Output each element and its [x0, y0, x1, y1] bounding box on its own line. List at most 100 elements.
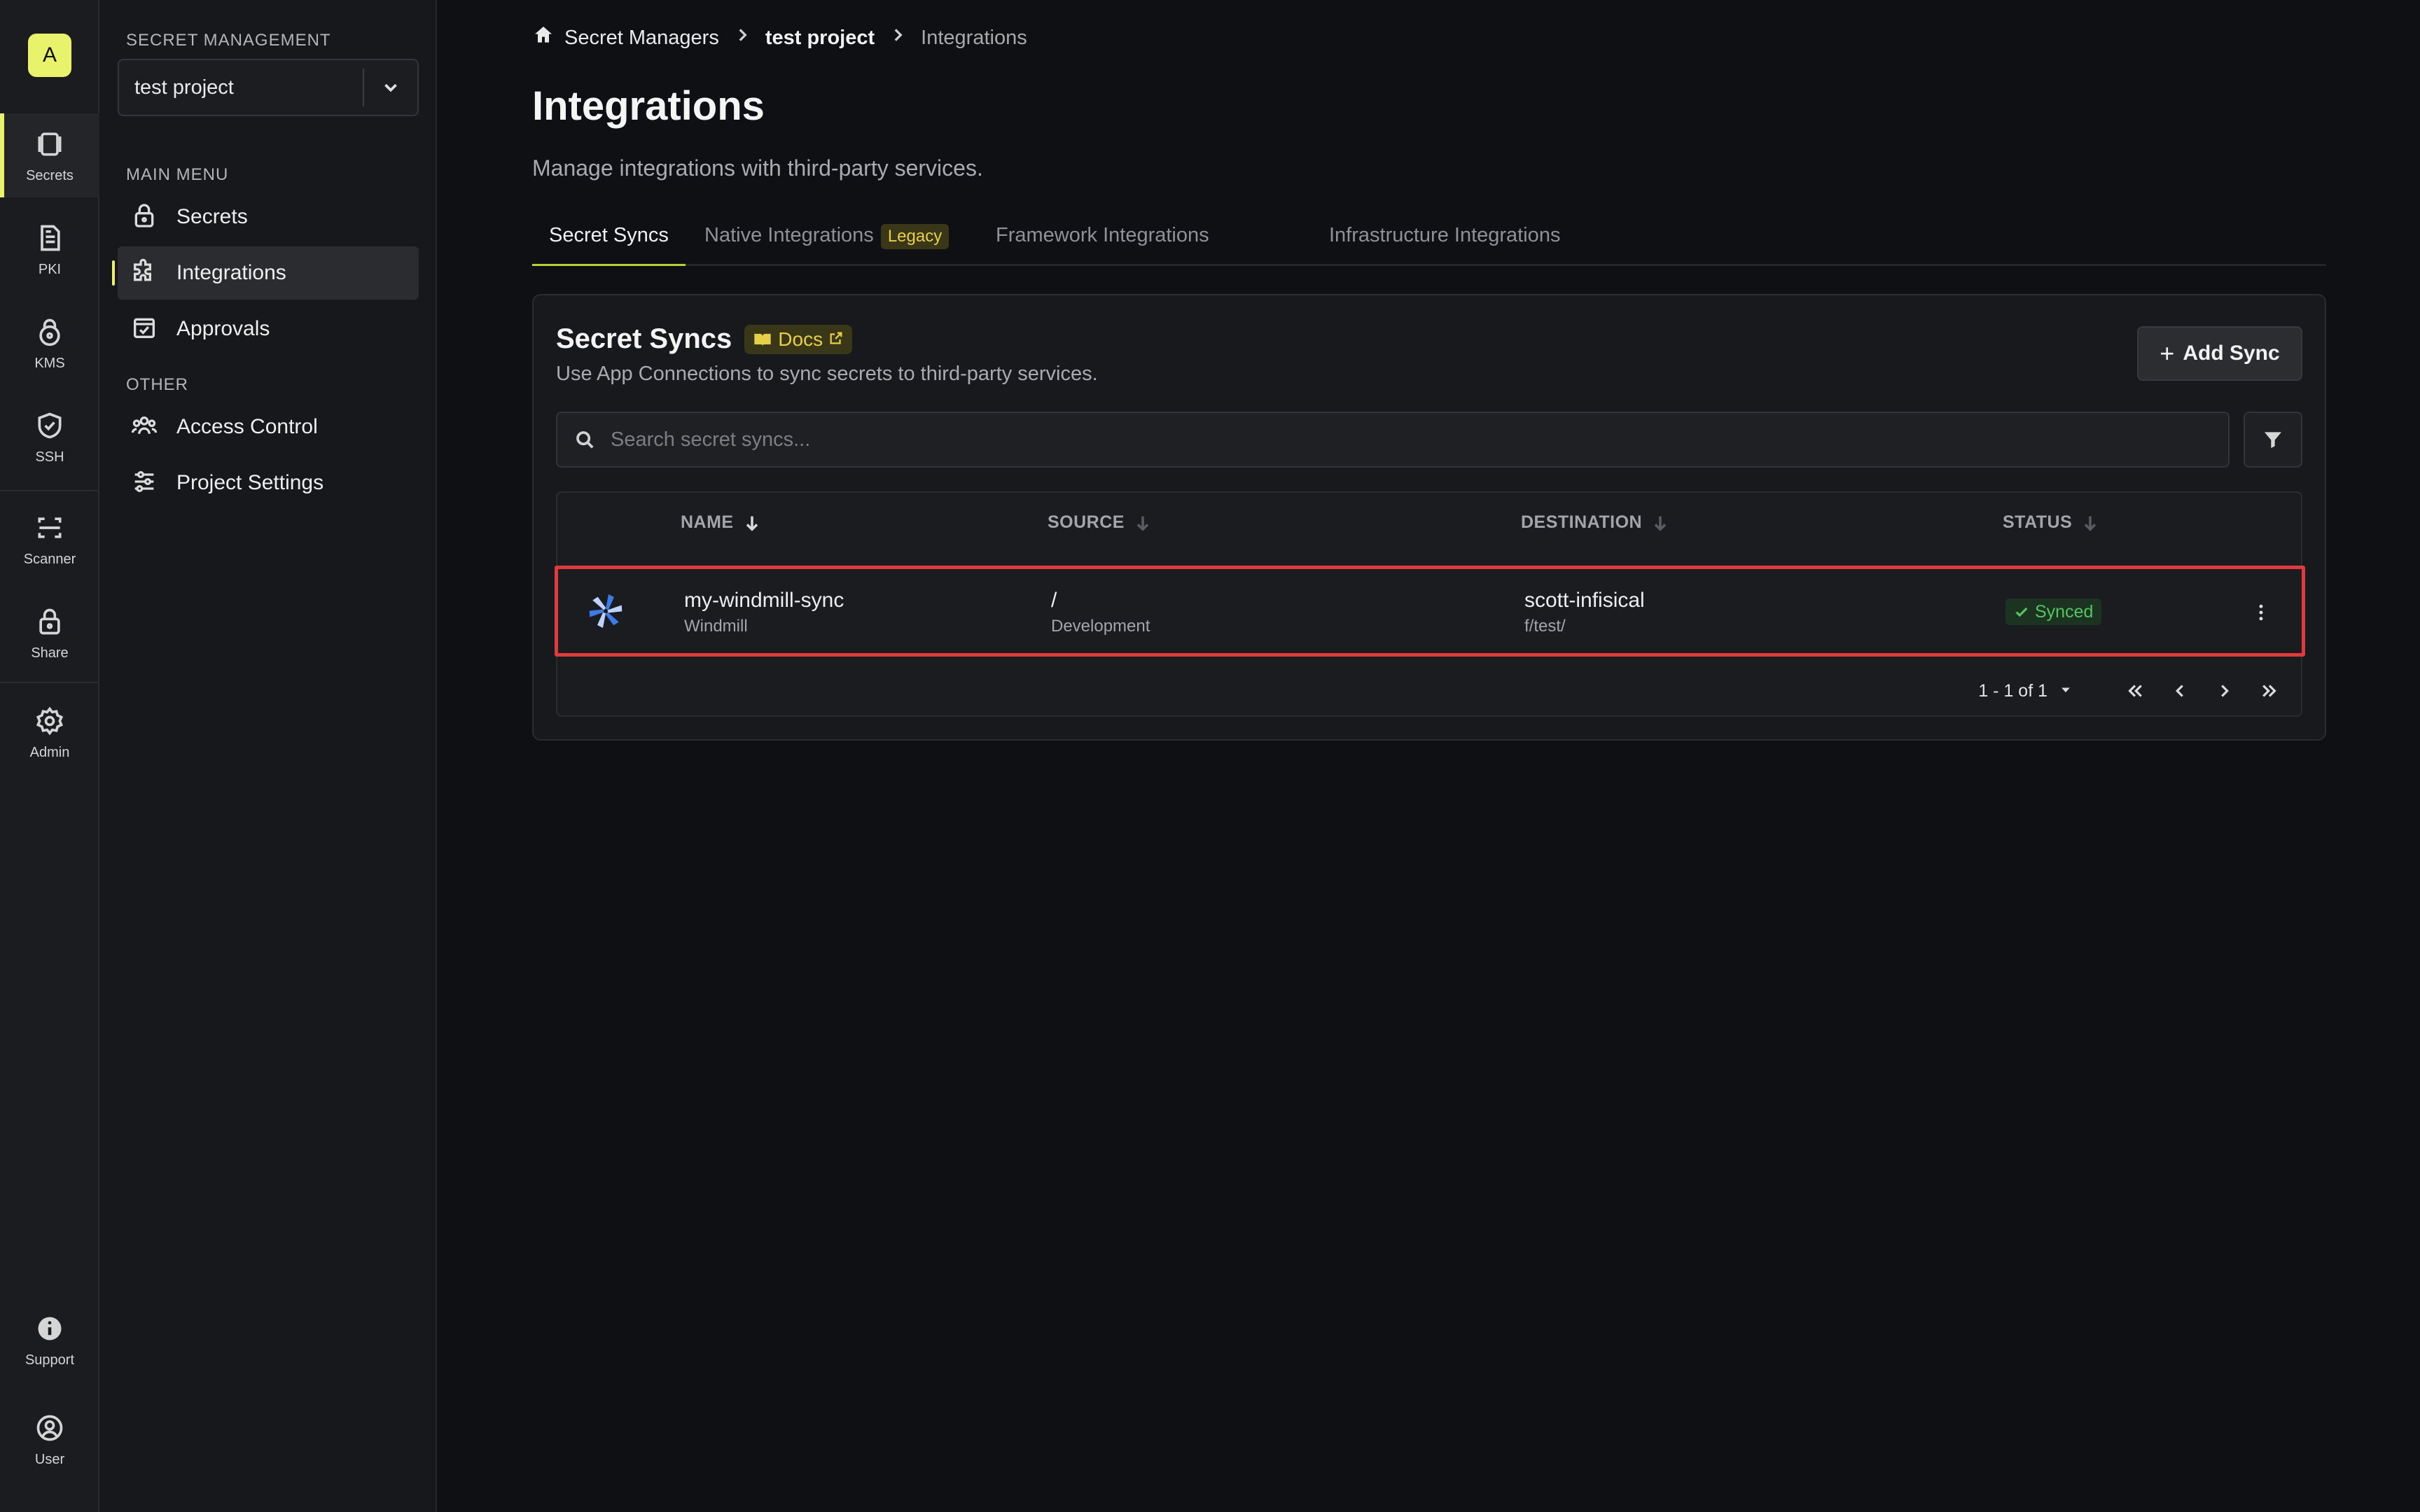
panel-subtitle: Use App Connections to sync secrets to t…: [556, 363, 1098, 385]
rail-label: KMS: [34, 355, 65, 371]
rail-item-user[interactable]: User: [0, 1397, 99, 1481]
rail-divider: [0, 490, 99, 491]
book-icon: [754, 333, 771, 346]
user-icon: [33, 1411, 67, 1445]
legacy-badge: Legacy: [880, 224, 950, 249]
rail-label: Share: [31, 645, 69, 661]
search-icon: [576, 431, 594, 449]
add-sync-label: Add Sync: [2183, 342, 2280, 365]
share-icon: [33, 605, 67, 638]
external-link-icon: [823, 328, 844, 351]
next-page-button[interactable]: [2207, 673, 2242, 708]
column-label: STATUS: [2003, 512, 2073, 532]
column-header-source[interactable]: SOURCE: [1048, 512, 1153, 533]
source-environment: Development: [1051, 617, 1150, 636]
filter-button[interactable]: [2244, 412, 2302, 468]
tab-bar: Secret Syncs Native Integrations Legacy F…: [532, 214, 2326, 266]
icon-rail: A Secrets PKI KMS SSH Scanner Share Admi…: [0, 0, 99, 1512]
rail-label: PKI: [38, 261, 62, 277]
tab-label: Native Integrations: [704, 224, 874, 246]
tab-native-integrations[interactable]: Native Integrations Legacy: [688, 224, 966, 266]
column-label: DESTINATION: [1521, 512, 1643, 532]
sidebar-item-secrets[interactable]: Secrets: [118, 190, 419, 244]
column-header-status[interactable]: STATUS: [2003, 512, 2100, 533]
sidebar-item-approvals[interactable]: Approvals: [118, 302, 419, 356]
rail-label: Secrets: [26, 167, 74, 183]
windmill-logo: [589, 594, 623, 628]
rail-item-secrets[interactable]: Secrets: [0, 113, 99, 197]
breadcrumb: Secret Managers test project Integration…: [532, 24, 1027, 52]
rail-item-admin[interactable]: Admin: [0, 690, 99, 774]
status-label: Synced: [2035, 601, 2094, 622]
home-icon[interactable]: [532, 24, 555, 52]
rail-divider: [0, 682, 99, 683]
rail-item-share[interactable]: Share: [0, 591, 99, 675]
rail-label: User: [34, 1451, 65, 1467]
arrow-down-icon: [1136, 516, 1149, 531]
page-subtitle: Manage integrations with third-party ser…: [532, 155, 983, 181]
row-options-button[interactable]: [2247, 596, 2275, 629]
check-icon: [2015, 607, 2028, 617]
approval-icon: [130, 314, 158, 345]
breadcrumb-current: Integrations: [921, 26, 1027, 49]
destination-name: scott-infisical: [1524, 589, 1645, 612]
puzzle-icon: [130, 258, 158, 289]
sync-service: Windmill: [684, 617, 748, 636]
rail-item-support[interactable]: Support: [0, 1298, 99, 1382]
sidebar-item-integrations[interactable]: Integrations: [112, 246, 419, 300]
sync-name: my-windmill-sync: [684, 589, 844, 612]
status-badge: Synced: [2005, 598, 2102, 625]
column-header-destination[interactable]: DESTINATION: [1521, 512, 1670, 533]
search-input[interactable]: [595, 413, 2228, 466]
rail-label: SSH: [35, 449, 64, 465]
table-row[interactable]: my-windmill-sync Windmill / Development …: [555, 566, 2305, 657]
sidebar-item-label: Access Control: [176, 415, 318, 438]
tab-secret-syncs[interactable]: Secret Syncs: [532, 224, 686, 266]
chevron-right-icon: [719, 26, 765, 50]
arrow-down-icon: [746, 516, 758, 531]
rail-item-scanner[interactable]: Scanner: [0, 497, 99, 581]
chevron-down-icon[interactable]: [363, 69, 417, 106]
info-icon: [33, 1312, 67, 1345]
sidebar-item-project-settings[interactable]: Project Settings: [118, 456, 419, 510]
previous-page-button[interactable]: [2162, 673, 2197, 708]
caret-down-icon[interactable]: [2047, 681, 2108, 701]
rail-label: Admin: [29, 744, 70, 760]
ssh-icon: [33, 409, 67, 442]
docs-link[interactable]: Docs: [744, 324, 853, 354]
panel-title: Secret Syncs Docs: [556, 323, 853, 355]
secrets-icon: [33, 127, 67, 161]
arrow-down-icon: [1654, 516, 1667, 531]
sliders-icon: [130, 468, 158, 499]
pagination: 1 - 1 of 1: [1978, 673, 2287, 708]
search-bar: [556, 412, 2230, 468]
sidebar-item-access-control[interactable]: Access Control: [118, 400, 419, 454]
sidebar-item-label: Secrets: [176, 205, 248, 228]
rail-item-pki[interactable]: PKI: [0, 207, 99, 291]
sidebar-section-title: SECRET MANAGEMENT: [126, 31, 331, 50]
panel-title-text: Secret Syncs: [556, 323, 732, 354]
sidebar-item-label: Integrations: [176, 261, 286, 284]
rail-item-ssh[interactable]: SSH: [0, 395, 99, 479]
pki-icon: [33, 221, 67, 255]
project-name: test project: [134, 76, 234, 99]
breadcrumb-secret-managers[interactable]: Secret Managers: [564, 27, 719, 50]
last-page-button[interactable]: [2252, 673, 2287, 708]
column-header-name[interactable]: NAME: [681, 512, 762, 533]
breadcrumb-project[interactable]: test project: [765, 27, 875, 50]
source-path: /: [1051, 589, 1057, 612]
tab-infrastructure-integrations[interactable]: Infrastructure Integrations: [1312, 224, 1577, 266]
tab-framework-integrations[interactable]: Framework Integrations: [979, 224, 1226, 266]
page-title: Integrations: [532, 83, 765, 129]
add-sync-button[interactable]: + Add Sync: [2137, 326, 2302, 381]
first-page-button[interactable]: [2118, 673, 2153, 708]
column-label: SOURCE: [1048, 512, 1125, 532]
tab-label: Infrastructure Integrations: [1329, 224, 1561, 246]
docs-label: Docs: [778, 328, 823, 350]
rail-item-kms[interactable]: KMS: [0, 301, 99, 385]
pagination-range[interactable]: 1 - 1 of 1: [1978, 681, 2047, 701]
secret-syncs-panel: Secret Syncs Docs Use App Connections to…: [532, 294, 2326, 741]
project-select[interactable]: test project: [118, 59, 419, 116]
destination-path: f/test/: [1524, 617, 1566, 636]
org-avatar[interactable]: A: [28, 34, 71, 77]
